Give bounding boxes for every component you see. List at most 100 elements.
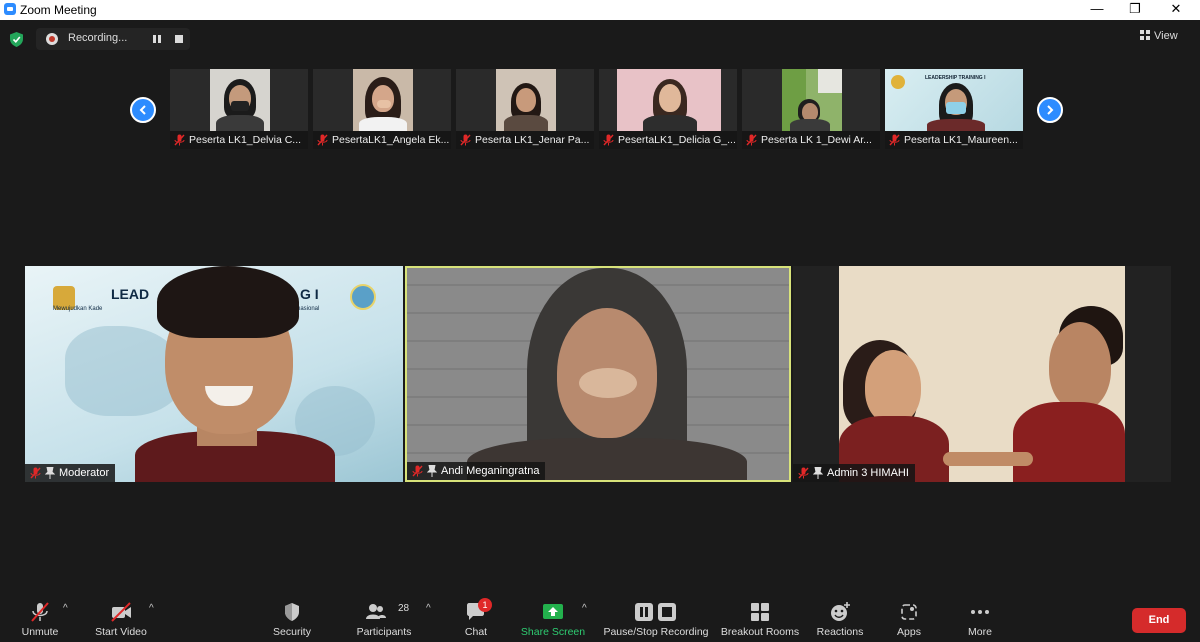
view-button[interactable]: View — [1140, 30, 1178, 48]
reactions-label: Reactions — [816, 626, 864, 638]
chat-unread-badge: 1 — [478, 598, 492, 612]
grid-icon — [1140, 30, 1150, 40]
participant-video — [210, 69, 270, 131]
pin-icon — [813, 467, 823, 479]
window-title: Zoom Meeting — [20, 3, 97, 17]
share-screen-button[interactable]: Share Screen — [520, 600, 586, 642]
view-label: View — [1154, 30, 1178, 42]
chevron-right-icon — [1047, 105, 1054, 115]
mic-off-icon — [746, 134, 757, 146]
video-tile-active-speaker[interactable]: Andi Meganingratna — [405, 266, 791, 482]
maximize-button[interactable]: ❐ — [1115, 0, 1155, 20]
chat-label: Chat — [464, 626, 488, 638]
participant-video — [782, 69, 842, 131]
shield-icon[interactable] — [10, 32, 23, 47]
end-meeting-button[interactable]: End — [1132, 608, 1186, 633]
recording-dot-icon — [46, 33, 58, 45]
mic-off-icon — [412, 465, 423, 477]
chevron-left-icon — [139, 105, 146, 115]
pin-icon — [427, 465, 437, 477]
background-banner-title-end: G I — [300, 286, 319, 302]
participants-count: 28 — [398, 603, 410, 614]
participants-label: Participants — [356, 626, 412, 638]
close-button[interactable]: ✕ — [1156, 0, 1196, 20]
video-options-caret-icon[interactable]: ^ — [149, 604, 159, 614]
participant-video: LEADERSHIP TRAINING I — [885, 69, 1023, 131]
breakout-rooms-label: Breakout Rooms — [720, 626, 800, 638]
participant-name: PesertaLK1_Angela Ek... — [313, 131, 451, 149]
participant-name-bar: Moderator — [25, 464, 116, 482]
more-icon — [971, 610, 989, 614]
participant-name: Andi Meganingratna — [441, 465, 540, 477]
participant-name: Admin 3 HIMAHI — [827, 467, 909, 479]
start-video-label: Start Video — [95, 626, 147, 638]
participant-thumbnail[interactable]: Peserta LK1_Delvia C... — [170, 69, 308, 149]
pause-stop-recording-button[interactable]: Pause/Stop Recording — [602, 600, 710, 642]
mic-off-icon — [460, 134, 471, 146]
emblem-icon — [350, 284, 376, 310]
background-banner-subtitle: Mewujudkan Kade — [53, 306, 103, 312]
participant-video — [617, 69, 721, 131]
share-options-caret-icon[interactable]: ^ — [582, 604, 592, 614]
mic-off-icon — [889, 134, 900, 146]
pause-stop-icon — [635, 603, 676, 621]
apps-label: Apps — [897, 626, 921, 638]
mic-off-icon — [30, 467, 41, 479]
video-tile-admin[interactable]: Admin 3 HIMAHI — [793, 266, 1171, 482]
mic-off-icon — [603, 134, 614, 146]
reactions-button[interactable]: Reactions — [812, 600, 868, 642]
security-button[interactable]: Security — [262, 600, 322, 642]
mic-off-icon — [798, 467, 809, 479]
participant-name: Peserta LK 1_Dewi Ar... — [742, 131, 880, 149]
breakout-rooms-button[interactable]: Breakout Rooms — [718, 600, 802, 642]
window-title-bar: Zoom Meeting — ❐ ✕ — [0, 0, 1200, 20]
start-video-button[interactable]: Start Video — [90, 600, 152, 642]
share-screen-label: Share Screen — [520, 626, 586, 638]
mic-off-icon — [174, 134, 185, 146]
participant-thumbnail[interactable]: PesertaLK1_Delicia G_... — [599, 69, 737, 149]
participants-icon — [366, 604, 386, 619]
participant-name: PesertaLK1_Delicia G_... — [599, 131, 737, 149]
reactions-icon — [831, 602, 850, 621]
stop-recording-icon[interactable] — [175, 35, 183, 43]
recording-indicator: Recording... — [36, 28, 190, 50]
participant-name-bar: Admin 3 HIMAHI — [793, 464, 915, 482]
pin-icon — [45, 467, 55, 479]
participant-thumbnail[interactable]: Peserta LK 1_Dewi Ar... — [742, 69, 880, 149]
participant-name: Moderator — [59, 467, 110, 479]
share-screen-icon — [543, 604, 563, 619]
participant-video — [496, 69, 556, 131]
participant-thumbnail[interactable]: PesertaLK1_Angela Ek... — [313, 69, 451, 149]
background-banner: LEADERSHIP TRAINING I — [925, 75, 986, 81]
pause-stop-recording-label: Pause/Stop Recording — [603, 626, 709, 638]
participants-button[interactable]: 28 Participants — [352, 600, 416, 642]
participant-thumbnail[interactable]: Peserta LK1_Jenar Pa... — [456, 69, 594, 149]
participant-name: Peserta LK1_Delvia C... — [170, 131, 308, 149]
zoom-app-icon — [4, 3, 16, 15]
pause-recording-icon[interactable] — [152, 34, 162, 44]
next-page-button[interactable] — [1037, 97, 1063, 123]
security-label: Security — [273, 626, 311, 638]
participants-options-caret-icon[interactable]: ^ — [426, 604, 436, 614]
participant-name: Peserta LK1_Maureen... — [885, 131, 1023, 149]
meeting-toolbar: Unmute ^ Start Video ^ Security 28 Parti… — [0, 598, 1200, 642]
participant-thumbnail[interactable]: LEADERSHIP TRAINING I Peserta LK1_Mauree… — [885, 69, 1023, 149]
previous-page-button[interactable] — [130, 97, 156, 123]
more-label: More — [968, 626, 992, 638]
chat-button[interactable]: 1 Chat — [456, 598, 496, 642]
minimize-button[interactable]: — — [1077, 0, 1117, 20]
apps-button[interactable]: Apps — [886, 600, 932, 642]
breakout-rooms-icon — [751, 603, 769, 621]
more-button[interactable]: More — [956, 600, 1004, 642]
participant-video — [353, 69, 413, 131]
unmute-button[interactable]: Unmute — [10, 600, 70, 642]
video-tile-moderator[interactable]: LEAD G I Mewujudkan Kade rnasional Moder… — [25, 266, 403, 482]
audio-options-caret-icon[interactable]: ^ — [63, 604, 73, 614]
unmute-label: Unmute — [21, 626, 59, 638]
participant-name: Peserta LK1_Jenar Pa... — [456, 131, 594, 149]
apps-icon — [901, 604, 917, 620]
background-banner-title: LEAD — [111, 286, 150, 302]
video-off-icon — [111, 602, 131, 622]
shield-icon — [285, 603, 299, 621]
mic-muted-icon — [31, 602, 49, 622]
